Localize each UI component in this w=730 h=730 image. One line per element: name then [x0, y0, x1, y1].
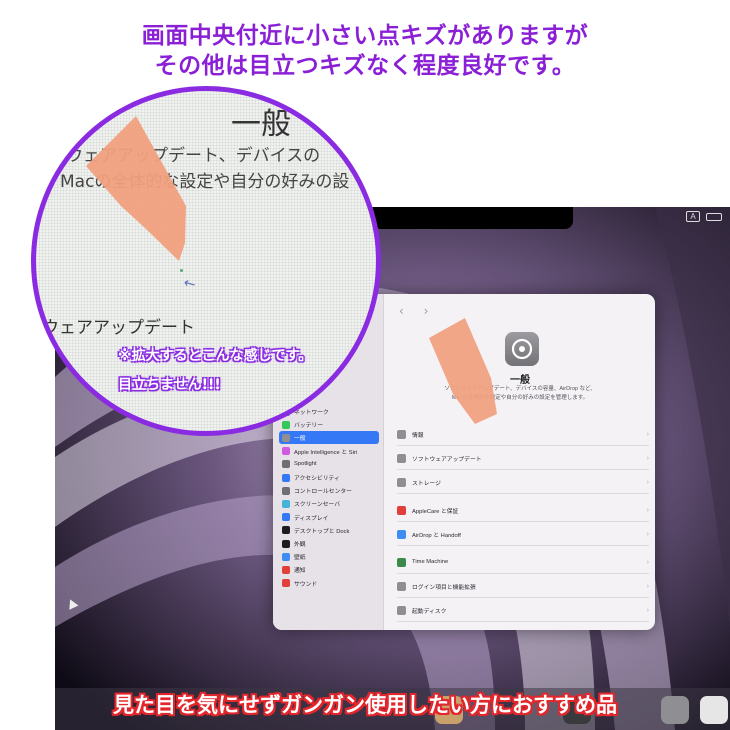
- chevron-right-icon: ›: [646, 582, 649, 590]
- sidebar-item[interactable]: デスクトップと Dock: [279, 524, 379, 537]
- sidebar-item-label: コントロールセンター: [294, 489, 352, 496]
- settings-row-icon: [397, 529, 406, 539]
- sidebar-item-icon: [282, 499, 290, 508]
- settings-row-label: AirDrop と Handoff: [412, 532, 461, 539]
- row-divider: [397, 597, 649, 598]
- row-divider: [397, 521, 649, 522]
- zoom-note-2: 目立ちません!!!: [118, 377, 221, 393]
- settings-row[interactable]: AppleCare と保証 ›: [397, 501, 649, 519]
- row-divider: [397, 573, 649, 574]
- magnified-tab: [86, 116, 186, 261]
- sidebar-item-label: 壁紙: [294, 555, 306, 562]
- sidebar-item-icon: [282, 565, 290, 574]
- sidebar-item-icon: [282, 579, 290, 588]
- magnified-title: 一般: [231, 107, 291, 142]
- sidebar-item[interactable]: ディスプレイ: [279, 511, 379, 524]
- settings-row[interactable]: Time Machine ›: [397, 553, 649, 571]
- sidebar-item-icon: [282, 552, 290, 561]
- chevron-right-icon: ›: [646, 606, 649, 614]
- sidebar-item[interactable]: アクセシビリティ: [279, 471, 379, 484]
- sidebar-item-label: Apple Intelligence と Siri: [294, 449, 358, 456]
- headline-line-2: その他は目立つキズなく程度良好です。: [154, 53, 576, 79]
- row-divider: [397, 545, 649, 546]
- settings-row[interactable]: 情報 ›: [397, 425, 649, 443]
- zoom-magnifier: 一般 ウェアアップデート、デバイスの Macの全体的な設定や自分の好みの設 ↖ …: [31, 86, 381, 436]
- settings-row-icon: [397, 477, 406, 487]
- sidebar-item-icon: [282, 513, 290, 522]
- sidebar-item-label: アクセシビリティ: [294, 476, 340, 482]
- sidebar-item-label: スクリーンセーバ: [294, 502, 341, 509]
- settings-row-icon: [397, 629, 406, 630]
- sidebar-item[interactable]: 外観: [279, 537, 379, 550]
- headline-line-1: 画面中央付近に小さい点キズがありますが: [141, 23, 589, 49]
- settings-row[interactable]: ソフトウェアアップデート ›: [397, 449, 649, 467]
- zoom-note: ※拡大するとこんな感じです。: [118, 348, 313, 364]
- sidebar-item[interactable]: 通知: [279, 563, 379, 576]
- sidebar-item-icon: [282, 486, 290, 495]
- settings-row[interactable]: ストレージ ›: [397, 473, 649, 491]
- settings-row[interactable]: ログイン項目と機能拡張 ›: [397, 577, 649, 595]
- chevron-right-icon: ›: [646, 430, 649, 438]
- sidebar-item[interactable]: スクリーンセーバ: [279, 497, 379, 510]
- sidebar-item[interactable]: Spotlight: [279, 458, 379, 471]
- row-divider: [397, 445, 649, 446]
- sidebar-item[interactable]: コントロールセンター: [279, 484, 379, 497]
- gear-icon: [505, 332, 539, 366]
- sidebar-item-label: 通知: [294, 568, 306, 575]
- sidebar-item-icon: [282, 473, 290, 482]
- sidebar-item-icon: [282, 447, 290, 456]
- chevron-right-icon: ›: [646, 506, 649, 514]
- page-title: 一般: [510, 375, 530, 386]
- sidebar-item[interactable]: 一般: [279, 431, 379, 445]
- settings-row-label: 情報: [412, 432, 424, 439]
- sidebar-item-icon: [282, 526, 290, 535]
- sidebar-item-icon: [282, 539, 290, 548]
- magnified-text-3: ウェアアップデート: [42, 318, 195, 338]
- input-source-icon[interactable]: A: [686, 211, 700, 222]
- settings-row-label: 起動ディスク: [412, 608, 447, 615]
- settings-row-icon: [397, 429, 406, 439]
- battery-icon[interactable]: [706, 212, 722, 221]
- chevron-right-icon: ›: [646, 558, 649, 566]
- camera-notch: [373, 207, 573, 229]
- scratch-dot: [180, 269, 183, 272]
- row-divider: [397, 469, 649, 470]
- settings-row-label: ストレージ: [412, 480, 441, 487]
- settings-row-icon: [397, 557, 406, 567]
- sidebar-item-icon: [282, 433, 290, 442]
- sidebar-item[interactable]: 壁紙: [279, 550, 379, 563]
- settings-row[interactable]: 起動ディスク ›: [397, 601, 649, 619]
- settings-main-pane: ‹ › 一般 ソフトウェアアップデート、デバイスの容量、AirDrop など、 …: [385, 294, 655, 630]
- settings-row-label: ソフトウェアアップデート: [412, 456, 482, 463]
- chevron-right-icon: ›: [646, 478, 649, 486]
- settings-row-label: Time Machine: [412, 559, 449, 565]
- settings-row-icon: [397, 505, 406, 515]
- settings-row-label: ログイン項目と機能拡張: [412, 584, 476, 591]
- bottom-banner: 見た目を気にせずガンガン使用したい方におすすめ品: [113, 693, 617, 717]
- row-divider: [397, 621, 649, 622]
- sidebar-item-label: ディスプレイ: [294, 515, 329, 522]
- settings-row-icon: [397, 453, 406, 463]
- settings-row[interactable]: AirDrop と Handoff ›: [397, 525, 649, 543]
- sidebar-item-label: 外観: [294, 542, 306, 548]
- sidebar-item-label: サウンド: [294, 581, 318, 588]
- settings-row-label: AppleCare と保証: [412, 508, 459, 515]
- settings-row[interactable]: 共有›: [397, 625, 649, 630]
- settings-row-label: 共有: [412, 630, 424, 631]
- sidebar-item[interactable]: Apple Intelligence と Siri: [279, 445, 379, 458]
- menubar-status: A: [686, 211, 722, 222]
- row-divider: [397, 493, 649, 494]
- settings-row-icon: [397, 581, 406, 591]
- settings-row-icon: [397, 605, 406, 615]
- chevron-right-icon: ›: [646, 530, 649, 538]
- chevron-right-icon: ›: [646, 454, 649, 462]
- sidebar-item[interactable]: サウンド: [279, 577, 379, 590]
- sidebar-item-label: Spotlight: [294, 461, 317, 468]
- sidebar-item-label: 一般: [294, 436, 306, 443]
- sidebar-item-label: デスクトップと Dock: [294, 528, 350, 535]
- protective-tab: [429, 318, 497, 424]
- sidebar-item-icon: [282, 460, 290, 469]
